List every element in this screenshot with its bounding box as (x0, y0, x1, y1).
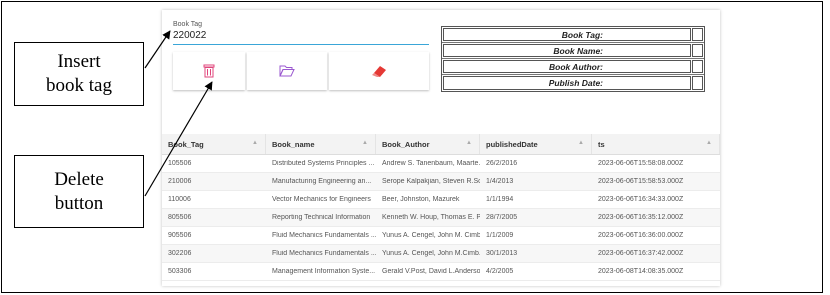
arrow-to-book-tag-input (144, 30, 171, 69)
callout-arrows (144, 30, 213, 197)
arrow-to-delete-button (144, 81, 213, 197)
